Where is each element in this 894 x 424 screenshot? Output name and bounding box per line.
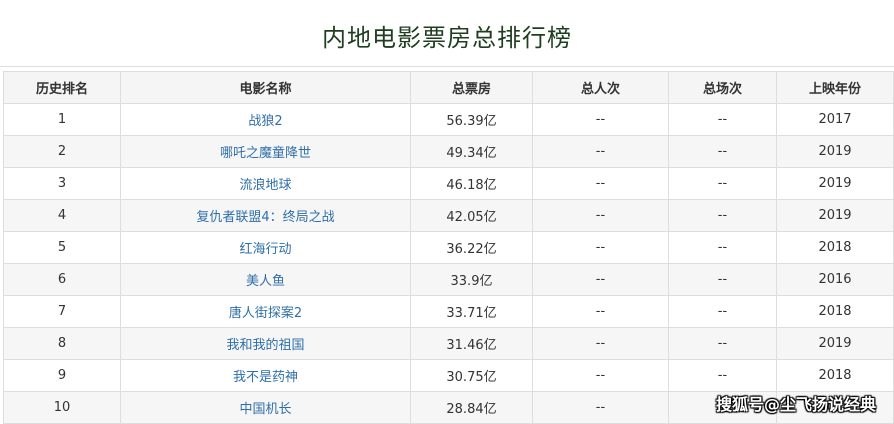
rank-cell: 1 (3, 103, 121, 136)
column-header-year: 上映年份 (776, 71, 894, 104)
year-cell: 2018 (776, 231, 894, 264)
box-office-cell: 56.39亿 (410, 103, 533, 136)
admissions-cell: -- (532, 263, 669, 296)
rank-cell: 5 (3, 231, 121, 264)
movie-title-link[interactable]: 复仇者联盟4：终局之战 (120, 199, 411, 232)
movie-title-link[interactable]: 唐人街探案2 (120, 295, 411, 328)
year-cell: 2018 (776, 359, 894, 392)
admissions-cell: -- (532, 391, 669, 424)
table-row: 9 我不是药神 30.75亿 -- -- 2018 (3, 359, 894, 392)
movie-title-link[interactable]: 中国机长 (120, 391, 411, 424)
screenings-cell: -- (668, 199, 777, 232)
admissions-cell: -- (532, 103, 669, 136)
table-row: 3 流浪地球 46.18亿 -- -- 2019 (3, 167, 894, 200)
rank-cell: 7 (3, 295, 121, 328)
box-office-ranking-table: 历史排名 电影名称 总票房 总人次 总场次 上映年份 1 战狼2 56.39亿 … (3, 71, 894, 424)
rank-cell: 4 (3, 199, 121, 232)
column-header-admissions: 总人次 (532, 71, 669, 104)
page-title: 内地电影票房总排行榜 (322, 24, 572, 52)
table-header-row: 历史排名 电影名称 总票房 总人次 总场次 上映年份 (3, 71, 894, 104)
box-office-cell: 46.18亿 (410, 167, 533, 200)
box-office-cell: 28.84亿 (410, 391, 533, 424)
title-divider (0, 66, 894, 67)
screenings-cell: -- (668, 359, 777, 392)
movie-title-link[interactable]: 哪吒之魔童降世 (120, 135, 411, 168)
column-header-screenings: 总场次 (668, 71, 777, 104)
screenings-cell: -- (668, 295, 777, 328)
table-row: 8 我和我的祖国 31.46亿 -- -- 2019 (3, 327, 894, 360)
table-row: 5 红海行动 36.22亿 -- -- 2018 (3, 231, 894, 264)
box-office-cell: 33.9亿 (410, 263, 533, 296)
column-header-title: 电影名称 (120, 71, 411, 104)
box-office-cell: 31.46亿 (410, 327, 533, 360)
admissions-cell: -- (532, 295, 669, 328)
watermark-text: 搜狐号@尘飞扬说经典 (715, 395, 876, 414)
admissions-cell: -- (532, 135, 669, 168)
admissions-cell: -- (532, 231, 669, 264)
rank-cell: 3 (3, 167, 121, 200)
rank-cell: 6 (3, 263, 121, 296)
table-row: 2 哪吒之魔童降世 49.34亿 -- -- 2019 (3, 135, 894, 168)
rank-cell: 10 (3, 391, 121, 424)
rank-cell: 8 (3, 327, 121, 360)
admissions-cell: -- (532, 167, 669, 200)
rank-cell: 9 (3, 359, 121, 392)
box-office-cell: 36.22亿 (410, 231, 533, 264)
table-row: 6 美人鱼 33.9亿 -- -- 2016 (3, 263, 894, 296)
movie-title-link[interactable]: 我和我的祖国 (120, 327, 411, 360)
screenings-cell: -- (668, 167, 777, 200)
table-row: 7 唐人街探案2 33.71亿 -- -- 2018 (3, 295, 894, 328)
year-cell: 2019 (776, 199, 894, 232)
screenings-cell: -- (668, 135, 777, 168)
year-cell: 2016 (776, 263, 894, 296)
year-cell: 2019 (776, 167, 894, 200)
screenings-cell: -- (668, 263, 777, 296)
movie-title-link[interactable]: 我不是药神 (120, 359, 411, 392)
admissions-cell: -- (532, 359, 669, 392)
screenings-cell: -- (668, 103, 777, 136)
column-header-box-office: 总票房 (410, 71, 533, 104)
column-header-rank: 历史排名 (3, 71, 121, 104)
screenings-cell: -- (668, 327, 777, 360)
year-cell: 2017 (776, 103, 894, 136)
box-office-cell: 30.75亿 (410, 359, 533, 392)
box-office-cell: 49.34亿 (410, 135, 533, 168)
movie-title-link[interactable]: 战狼2 (120, 103, 411, 136)
admissions-cell: -- (532, 199, 669, 232)
movie-title-link[interactable]: 美人鱼 (120, 263, 411, 296)
table-row: 1 战狼2 56.39亿 -- -- 2017 (3, 103, 894, 136)
movie-title-link[interactable]: 流浪地球 (120, 167, 411, 200)
rank-cell: 2 (3, 135, 121, 168)
screenings-cell: -- (668, 231, 777, 264)
movie-title-link[interactable]: 红海行动 (120, 231, 411, 264)
year-cell: 2019 (776, 327, 894, 360)
table-row: 4 复仇者联盟4：终局之战 42.05亿 -- -- 2019 (3, 199, 894, 232)
box-office-cell: 33.71亿 (410, 295, 533, 328)
admissions-cell: -- (532, 327, 669, 360)
year-cell: 2018 (776, 295, 894, 328)
box-office-cell: 42.05亿 (410, 199, 533, 232)
year-cell: 2019 (776, 135, 894, 168)
